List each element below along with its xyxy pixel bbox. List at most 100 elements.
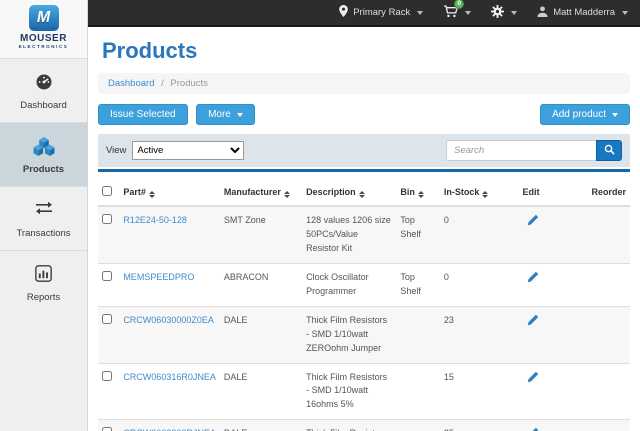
breadcrumb-link-dashboard[interactable]: Dashboard xyxy=(108,78,154,89)
reorder-cell xyxy=(587,306,630,363)
column-header-edit: Edit xyxy=(519,180,588,206)
edit-pencil-icon[interactable] xyxy=(527,271,539,288)
view-label: View xyxy=(106,145,126,156)
manufacturer-cell: DALE xyxy=(220,306,302,363)
caret-down-icon xyxy=(622,11,628,15)
edit-pencil-icon[interactable] xyxy=(527,371,539,388)
table-row: MEMSPEEDPRO ABRACON Clock Oscillator Pro… xyxy=(98,263,630,306)
dashboard-icon xyxy=(0,73,87,95)
cart-icon xyxy=(443,10,458,21)
part-number-link[interactable]: R12E24-50-128 xyxy=(123,215,187,225)
sidebar-item-label: Reports xyxy=(27,292,60,303)
brand-logo[interactable]: M MOUSER ELECTRONICS xyxy=(0,0,87,58)
view-select[interactable]: Active xyxy=(132,141,244,160)
user-menu[interactable]: Matt Madderra xyxy=(537,6,628,20)
products-cubes-icon xyxy=(0,137,87,159)
edit-pencil-icon[interactable] xyxy=(527,427,539,431)
edit-pencil-icon[interactable] xyxy=(527,214,539,231)
sidebar: M MOUSER ELECTRONICS Dashboard Products xyxy=(0,0,88,431)
description-cell: Clock Oscillator Programmer xyxy=(302,263,396,306)
manufacturer-cell: DALE xyxy=(220,363,302,420)
in-stock-cell: 23 xyxy=(440,306,519,363)
caret-down-icon xyxy=(612,113,618,117)
column-header-description[interactable]: Description xyxy=(302,180,396,206)
caret-down-icon xyxy=(511,11,517,15)
row-checkbox[interactable] xyxy=(102,214,112,224)
column-header-bin[interactable]: Bin xyxy=(396,180,440,206)
part-number-link[interactable]: MEMSPEEDPRO xyxy=(123,272,194,282)
more-button[interactable]: More xyxy=(196,104,255,125)
user-name-label: Matt Madderra xyxy=(553,7,615,18)
accent-divider xyxy=(98,169,630,172)
transfer-arrows-icon xyxy=(0,201,87,223)
bin-cell xyxy=(396,420,440,431)
sort-icon xyxy=(482,191,488,198)
row-checkbox[interactable] xyxy=(102,314,112,324)
brand-name: MOUSER xyxy=(0,33,87,44)
bar-chart-icon xyxy=(0,265,87,287)
breadcrumb-current: Products xyxy=(170,78,208,89)
table-row: CRCW06030000Z0EA DALE Thick Film Resisto… xyxy=(98,306,630,363)
description-cell: Thick Film Resistors - SMD 1/10watt 16oh… xyxy=(302,363,396,420)
table-row: CRCW0603300RJNEA DALE Thick Film Resisto… xyxy=(98,420,630,431)
filter-bar: View Active xyxy=(98,134,630,167)
column-header-reorder: Reorder xyxy=(587,180,630,206)
column-header-manufacturer[interactable]: Manufacturer xyxy=(220,180,302,206)
in-stock-cell: 0 xyxy=(440,206,519,263)
breadcrumb: Dashboard / Products xyxy=(98,73,630,94)
description-cell: Thick Film Resistors - SMD 1/10watt ZERO… xyxy=(302,306,396,363)
bin-cell xyxy=(396,363,440,420)
sidebar-item-transactions[interactable]: Transactions xyxy=(0,186,87,250)
select-all-checkbox[interactable] xyxy=(102,186,112,196)
issue-selected-button[interactable]: Issue Selected xyxy=(98,104,188,125)
table-row: R12E24-50-128 SMT Zone 128 values 1206 s… xyxy=(98,206,630,263)
in-stock-cell: 15 xyxy=(440,363,519,420)
part-number-link[interactable]: CRCW06030000Z0EA xyxy=(123,315,214,325)
sort-icon xyxy=(284,191,290,198)
search-button[interactable] xyxy=(596,140,622,161)
sidebar-item-label: Dashboard xyxy=(20,100,66,111)
row-checkbox[interactable] xyxy=(102,271,112,281)
toolbar: Issue Selected More Add product xyxy=(98,104,630,125)
caret-down-icon xyxy=(237,113,243,117)
manufacturer-cell: SMT Zone xyxy=(220,206,302,263)
sidebar-item-label: Products xyxy=(23,164,64,175)
sort-icon xyxy=(149,191,155,198)
settings-menu[interactable] xyxy=(491,5,517,21)
location-label: Primary Rack xyxy=(353,7,410,18)
reorder-cell xyxy=(587,263,630,306)
edit-pencil-icon[interactable] xyxy=(527,314,539,331)
page-title: Products xyxy=(102,38,626,64)
table-header-row: Part# Manufacturer Description Bin In-St… xyxy=(98,180,630,206)
search-input[interactable] xyxy=(446,140,596,161)
add-product-button[interactable]: Add product xyxy=(540,104,630,125)
sidebar-item-products[interactable]: Products xyxy=(0,122,87,186)
column-header-instock[interactable]: In-Stock xyxy=(440,180,519,206)
manufacturer-cell: DALE xyxy=(220,420,302,431)
pin-icon xyxy=(339,5,348,20)
caret-down-icon xyxy=(417,11,423,15)
cart-badge: 0 xyxy=(454,0,464,9)
description-cell: 128 values 1206 size 50PCs/Value Resisto… xyxy=(302,206,396,263)
bin-cell: Top Shelf xyxy=(396,206,440,263)
part-number-link[interactable]: CRCW060316R0JNEA xyxy=(123,372,216,382)
product-table-body: R12E24-50-128 SMT Zone 128 values 1206 s… xyxy=(98,206,630,431)
sidebar-item-reports[interactable]: Reports xyxy=(0,250,87,314)
description-cell: Thick Film Resistors - SMD 1/10watt 300o… xyxy=(302,420,396,431)
location-selector[interactable]: Primary Rack xyxy=(339,5,423,20)
in-stock-cell: 25 xyxy=(440,420,519,431)
row-checkbox[interactable] xyxy=(102,427,112,431)
column-header-part[interactable]: Part# xyxy=(119,180,220,206)
user-icon xyxy=(537,6,548,20)
row-checkbox[interactable] xyxy=(102,371,112,381)
sidebar-item-dashboard[interactable]: Dashboard xyxy=(0,58,87,122)
sidebar-item-label: Transactions xyxy=(16,228,70,239)
brand-subtitle: ELECTRONICS xyxy=(0,44,87,49)
product-table: Part# Manufacturer Description Bin In-St… xyxy=(98,180,630,431)
sort-icon xyxy=(418,191,424,198)
reorder-cell xyxy=(587,363,630,420)
mouser-logo-icon: M xyxy=(29,5,59,31)
in-stock-cell: 0 xyxy=(440,263,519,306)
caret-down-icon xyxy=(465,11,471,15)
cart-button[interactable]: 0 xyxy=(443,5,471,21)
